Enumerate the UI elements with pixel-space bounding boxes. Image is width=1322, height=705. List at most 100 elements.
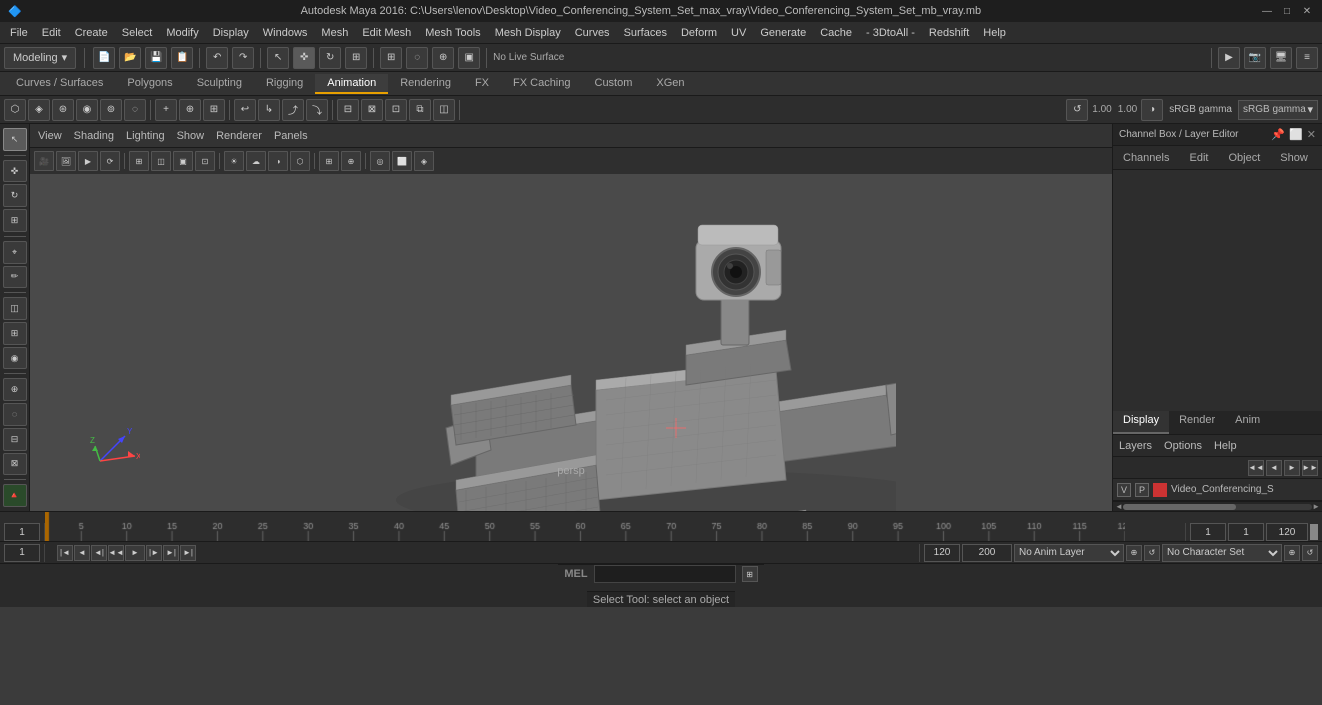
snap4-btn[interactable]: ⊠ — [3, 453, 27, 476]
menu-modify[interactable]: Modify — [160, 25, 204, 41]
save-as-btn[interactable]: 📋 — [171, 47, 193, 69]
pb-goto-end[interactable]: ►| — [180, 545, 196, 561]
menu-curves[interactable]: Curves — [569, 25, 616, 41]
new-scene-btn[interactable]: 📄 — [93, 47, 115, 69]
vp-shadow-btn[interactable]: ☁ — [246, 151, 266, 171]
menu-display[interactable]: Display — [207, 25, 255, 41]
vp-grid-btn[interactable]: ⊞ — [319, 151, 339, 171]
extra-btn[interactable]: 🔺 — [3, 484, 27, 507]
layer-v-btn[interactable]: V — [1117, 483, 1131, 497]
cb-object-tab[interactable]: Object — [1218, 150, 1270, 166]
menu-generate[interactable]: Generate — [754, 25, 812, 41]
viewport[interactable]: View Shading Lighting Show Renderer Pane… — [30, 124, 1112, 511]
current-frame-input[interactable] — [4, 523, 40, 541]
menu-create[interactable]: Create — [69, 25, 114, 41]
menu-mesh[interactable]: Mesh — [315, 25, 354, 41]
vp-isolate-btn[interactable]: ◎ — [370, 151, 390, 171]
tab-curves-surfaces[interactable]: Curves / Surfaces — [4, 74, 115, 94]
scroll-left[interactable]: ◄ — [1115, 502, 1123, 511]
menu-file[interactable]: File — [4, 25, 34, 41]
layers-label[interactable]: Layers — [1119, 440, 1152, 452]
key3-btn[interactable]: ⊛ — [52, 99, 74, 121]
snap1-btn[interactable]: ⊕ — [3, 378, 27, 401]
menu-redshift[interactable]: Redshift — [923, 25, 975, 41]
display-tab-anim[interactable]: Anim — [1225, 411, 1270, 434]
tab-fx[interactable]: FX — [463, 74, 501, 94]
tab-polygons[interactable]: Polygons — [115, 74, 184, 94]
timeline-ruler[interactable] — [45, 511, 1185, 541]
end-frame-right-input[interactable] — [924, 544, 960, 562]
show-hide-btn[interactable]: ◫ — [3, 297, 27, 320]
char-set-dropdown[interactable]: No Character Set — [1162, 544, 1282, 562]
anim4-btn[interactable]: ↩ — [234, 99, 256, 121]
vp-lighting-menu[interactable]: Lighting — [126, 130, 165, 142]
menu-mesh-display[interactable]: Mesh Display — [489, 25, 567, 41]
gamma-dropdown[interactable]: sRGB gamma ▾ — [1238, 100, 1318, 120]
vp-smooth-btn[interactable]: ◫ — [151, 151, 171, 171]
command-input[interactable] — [594, 565, 736, 583]
move-tool-btn[interactable]: ✜ — [3, 160, 27, 183]
help-label[interactable]: Help — [1214, 440, 1237, 452]
snap-view-btn[interactable]: ▣ — [458, 47, 480, 69]
cb-close-icon[interactable]: ✕ — [1307, 128, 1316, 141]
scale-btn[interactable]: ⊞ — [345, 47, 367, 69]
nav-last[interactable]: ►► — [1302, 460, 1318, 476]
frame-input2[interactable] — [1228, 523, 1264, 541]
anim2-btn[interactable]: ⊕ — [179, 99, 201, 121]
workspace-dropdown[interactable]: Modeling ▾ — [4, 47, 76, 69]
pb-play-fwd[interactable]: ► — [125, 545, 145, 561]
anim11-btn[interactable]: ⧉ — [409, 99, 431, 121]
snap3-btn[interactable]: ⊟ — [3, 428, 27, 451]
anim-layer-icon[interactable]: ⊕ — [1126, 545, 1142, 561]
snap-grid-btn[interactable]: ⊞ — [380, 47, 402, 69]
scale-tool-btn[interactable]: ⊞ — [3, 209, 27, 232]
scroll-right[interactable]: ► — [1312, 502, 1320, 511]
lasso-btn[interactable]: ⌖ — [3, 241, 27, 264]
pb-prev-key[interactable]: ◄| — [91, 545, 107, 561]
char-refresh[interactable]: ↺ — [1302, 545, 1318, 561]
vp-img-btn[interactable]: 🖼 — [56, 151, 76, 171]
menu-uv[interactable]: UV — [725, 25, 752, 41]
menu-windows[interactable]: Windows — [257, 25, 314, 41]
vp-pb-btn[interactable]: ⟳ — [100, 151, 120, 171]
vp-cam-btn[interactable]: 🎥 — [34, 151, 54, 171]
vp-hq-btn[interactable]: ⬡ — [290, 151, 310, 171]
render-btn[interactable]: ▶ — [1218, 47, 1240, 69]
layer-p-btn[interactable]: P — [1135, 483, 1149, 497]
menu-3dtool[interactable]: - 3DtoAll - — [860, 25, 921, 41]
cb-edit-tab[interactable]: Edit — [1179, 150, 1218, 166]
tab-sculpting[interactable]: Sculpting — [185, 74, 254, 94]
redo-btn[interactable]: ↷ — [232, 47, 254, 69]
ipr-btn[interactable]: 📷 — [1244, 47, 1266, 69]
gamma-btn[interactable]: ◑ — [1141, 99, 1163, 121]
playback-start-input[interactable] — [1190, 523, 1226, 541]
rotate-tool-btn[interactable]: ↻ — [3, 184, 27, 207]
anim7-btn[interactable]: ⤵ — [306, 99, 328, 121]
refresh-btn[interactable]: ↺ — [1066, 99, 1088, 121]
more-btn[interactable]: ≡ — [1296, 47, 1318, 69]
anim3-btn[interactable]: ⊞ — [203, 99, 225, 121]
tab-rigging[interactable]: Rigging — [254, 74, 315, 94]
timeline-canvas[interactable] — [45, 511, 1125, 541]
pb-goto-start[interactable]: |◄ — [57, 545, 73, 561]
open-scene-btn[interactable]: 📂 — [119, 47, 141, 69]
key2-btn[interactable]: ◈ — [28, 99, 50, 121]
cb-channels-tab[interactable]: Channels — [1113, 150, 1179, 166]
layer-scrollbar[interactable]: ◄ ► — [1113, 501, 1322, 511]
cb-float-icon[interactable]: ⬜ — [1289, 128, 1303, 141]
vp-sel-btn[interactable]: ◈ — [414, 151, 434, 171]
render-region-btn[interactable]: ⊞ — [3, 322, 27, 345]
anim5-btn[interactable]: ↳ — [258, 99, 280, 121]
left-frame-input[interactable] — [4, 544, 40, 562]
key5-btn[interactable]: ⊚ — [100, 99, 122, 121]
anim10-btn[interactable]: ⊡ — [385, 99, 407, 121]
save-scene-btn[interactable]: 💾 — [145, 47, 167, 69]
display-btn[interactable]: 🖥 — [1270, 47, 1292, 69]
xray-btn[interactable]: ◉ — [3, 347, 27, 370]
snap-curve-btn[interactable]: ◌ — [406, 47, 428, 69]
rotate-btn[interactable]: ↻ — [319, 47, 341, 69]
snap2-btn[interactable]: ◌ — [3, 403, 27, 426]
menu-cache[interactable]: Cache — [814, 25, 858, 41]
display-tab-render[interactable]: Render — [1169, 411, 1225, 434]
vp-shading-menu[interactable]: Shading — [74, 130, 114, 142]
